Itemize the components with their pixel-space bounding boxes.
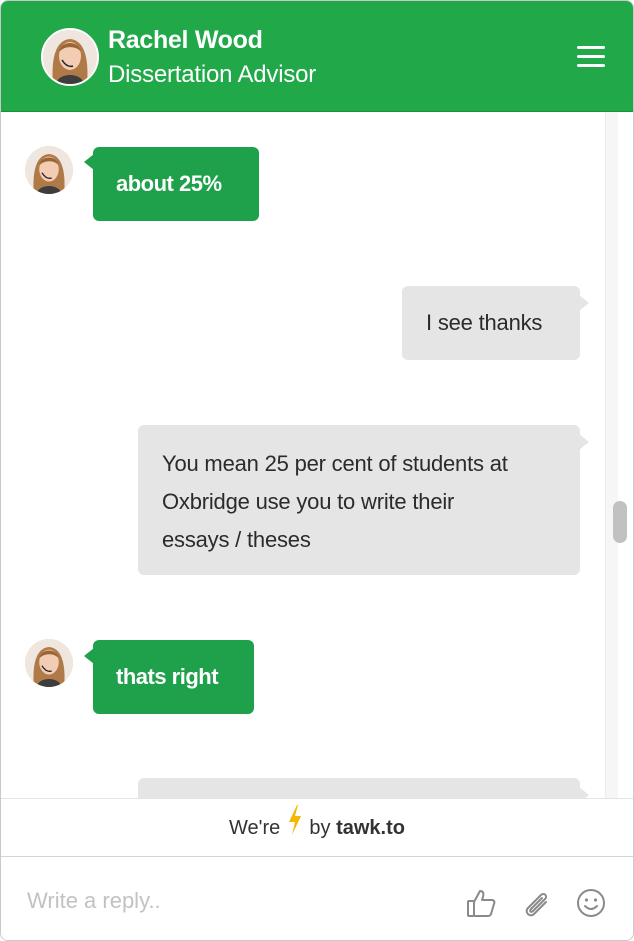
powered-suffix: by: [309, 817, 331, 839]
lightning-bolt-icon: [288, 800, 302, 858]
brand-link[interactable]: tawk.to: [336, 817, 405, 839]
agent-message: about 25%: [93, 147, 259, 221]
agent-avatar: [41, 28, 99, 86]
bubble-tail: [579, 787, 589, 798]
scrollbar-thumb[interactable]: [613, 501, 627, 543]
visitor-message: I see thanks: [402, 286, 580, 360]
agent-name: Rachel Wood: [108, 26, 263, 54]
hamburger-menu-icon[interactable]: [577, 46, 605, 68]
smiley-icon[interactable]: [575, 887, 607, 919]
visitor-message: [138, 778, 580, 798]
bubble-tail: [579, 295, 589, 311]
message-line: essays / theses: [162, 527, 311, 552]
powered-prefix: We're: [229, 817, 281, 839]
visitor-message: You mean 25 per cent of students at Oxbr…: [138, 425, 580, 575]
message-line: Oxbridge use you to write their: [162, 489, 455, 514]
chat-widget: Rachel Wood Dissertation Advisor about 2…: [0, 0, 634, 941]
thumbs-up-icon[interactable]: [465, 887, 497, 919]
chat-header: Rachel Wood Dissertation Advisor: [1, 1, 633, 112]
agent-avatar: [25, 146, 73, 194]
paperclip-icon[interactable]: [520, 887, 552, 919]
compose-bar: [1, 856, 633, 940]
agent-message: thats right: [93, 640, 254, 714]
agent-title: Dissertation Advisor: [108, 61, 317, 88]
powered-by[interactable]: We're by tawk.to: [1, 798, 633, 857]
bubble-tail: [579, 434, 589, 450]
agent-avatar: [25, 639, 73, 687]
scrollbar-track[interactable]: [605, 112, 618, 798]
message-list[interactable]: about 25% I see thanks You mean 25 per c…: [1, 112, 633, 798]
message-line: You mean 25 per cent of students at: [162, 451, 508, 476]
reply-input[interactable]: [27, 881, 427, 921]
